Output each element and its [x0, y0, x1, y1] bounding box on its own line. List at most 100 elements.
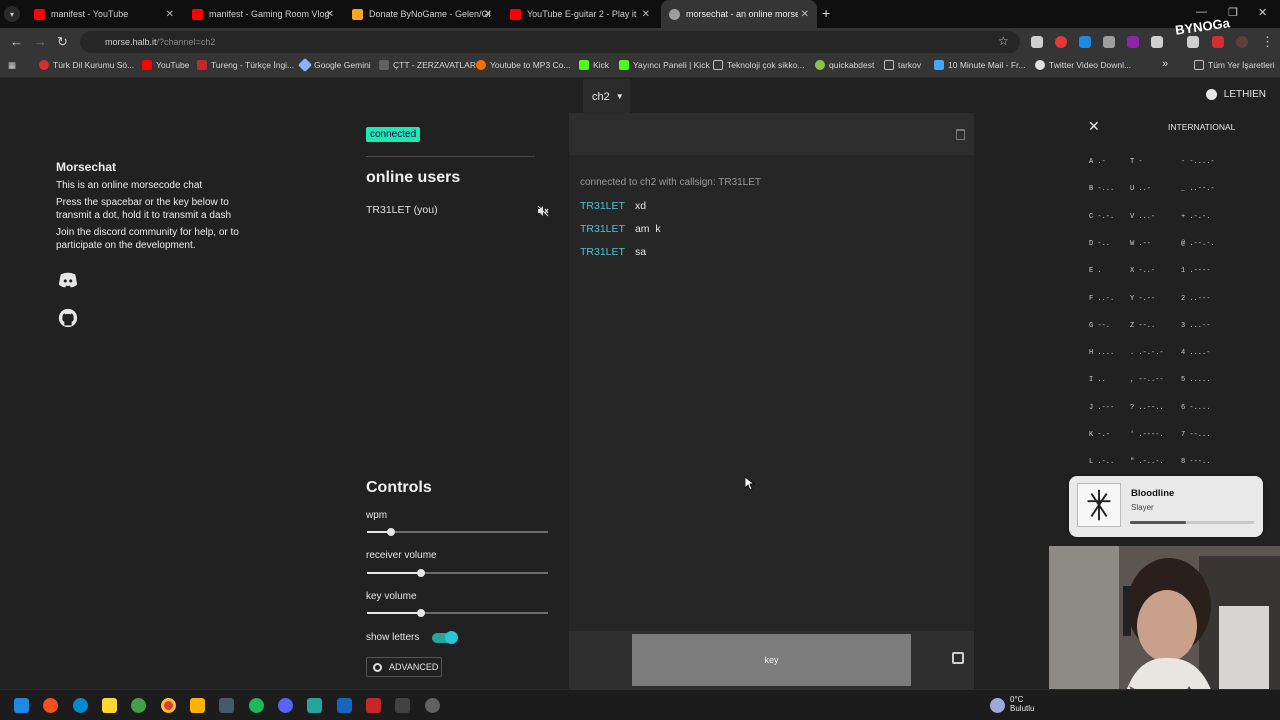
url-host: morse.halb.it	[105, 37, 157, 47]
close-window-icon[interactable]: ✕	[1258, 6, 1267, 19]
app-icon[interactable]	[337, 698, 352, 713]
mouse-cursor-icon	[745, 477, 755, 491]
slider-thumb[interactable]	[417, 609, 426, 617]
acrobat-icon[interactable]	[366, 698, 381, 713]
apps-icon[interactable]: ▦	[8, 60, 16, 71]
track-progress-fill	[1130, 521, 1186, 524]
bookmark-item[interactable]: Türk Dil Kurumu Sö...	[39, 60, 134, 70]
bookmark-item[interactable]: Kick	[579, 60, 609, 70]
mute-icon[interactable]	[537, 205, 549, 217]
chat-message: TR31LET sa	[580, 246, 646, 258]
all-bookmarks[interactable]: Tüm Yer İşaretleri	[1194, 60, 1275, 70]
extension-icon[interactable]	[1212, 36, 1224, 48]
bookmark-folder[interactable]: tarkov	[884, 60, 921, 70]
app-icon[interactable]	[425, 698, 440, 713]
receiver-volume-slider[interactable]	[367, 569, 548, 577]
bookmark-star-icon[interactable]: ☆	[998, 34, 1009, 48]
extension-icon[interactable]	[1055, 36, 1067, 48]
reload-icon[interactable]: ↻	[57, 34, 68, 50]
bookmark-label: Google Gemini	[314, 60, 371, 70]
morse-code-entry: 1 .----	[1181, 267, 1211, 276]
browser-tab-active[interactable]: morsechat - an online morse co ✕	[661, 0, 817, 28]
edge-icon[interactable]	[73, 698, 88, 713]
close-icon[interactable]: ✕	[801, 9, 809, 20]
browser-tab[interactable]: Donate ByNoGame - Gelen/Gi ✕	[344, 0, 500, 28]
close-icon[interactable]: ✕	[166, 9, 174, 20]
bookmark-item[interactable]: Tureng - Türkçe İngi...	[197, 60, 294, 70]
weather-widget[interactable]: 0°C Bulutlu	[1010, 695, 1034, 713]
terminal-icon[interactable]	[395, 698, 410, 713]
bookmarks-overflow-icon[interactable]: »	[1162, 58, 1168, 70]
chrome-icon[interactable]	[161, 698, 176, 713]
now-playing-widget[interactable]: Bloodline Slayer	[1069, 476, 1263, 537]
bookmark-item[interactable]: Yayıncı Paneli | Kick	[619, 60, 710, 70]
browser-tab[interactable]: YouTube E-guitar 2 - Play it wit ✕	[502, 0, 658, 28]
slider-thumb[interactable]	[417, 569, 426, 577]
toggle-thumb[interactable]	[445, 631, 458, 644]
spotify-icon[interactable]	[249, 698, 264, 713]
extension-icon[interactable]	[1127, 36, 1139, 48]
morse-key-button[interactable]: key	[632, 634, 911, 686]
bookmark-item[interactable]: quickabdest	[815, 60, 874, 70]
minimize-icon[interactable]: —	[1196, 6, 1207, 18]
new-tab-button[interactable]: +	[822, 5, 830, 21]
close-icon[interactable]: ✕	[642, 9, 650, 20]
sheet-icon[interactable]	[952, 652, 964, 664]
bookmark-item[interactable]: 10 Minute Mail - Fr...	[934, 60, 1025, 70]
key-volume-slider[interactable]	[367, 609, 548, 617]
morse-code-entry: ? ..--..	[1130, 403, 1164, 412]
trash-icon[interactable]	[956, 129, 965, 140]
forward-icon[interactable]: →	[34, 34, 47, 49]
wpm-slider[interactable]	[367, 528, 548, 536]
download-icon[interactable]	[1187, 36, 1199, 48]
user-menu[interactable]: LETHIEN	[1205, 89, 1266, 100]
extension-icon[interactable]	[1103, 36, 1115, 48]
gemini-icon	[297, 57, 313, 73]
menu-icon[interactable]: ⋮	[1261, 34, 1274, 50]
close-icon[interactable]: ✕	[484, 9, 492, 20]
app-icon[interactable]	[307, 698, 322, 713]
bookmark-folder[interactable]: Teknoloji çok sikko...	[713, 60, 804, 70]
morse-code-entry: + .-.-.	[1181, 212, 1211, 221]
address-bar[interactable]: morse.halb.it/?channel=ch2	[80, 31, 1020, 53]
bookmark-label: Youtube to MP3 Co...	[490, 60, 571, 70]
morse-code-entry: 8 ---..	[1181, 458, 1211, 467]
back-icon[interactable]: ←	[10, 34, 23, 49]
close-icon[interactable]: ✕	[326, 9, 334, 20]
steam-icon[interactable]	[219, 698, 234, 713]
bookmark-item[interactable]: Twitter Video Downl...	[1035, 60, 1131, 70]
notes-icon[interactable]	[102, 698, 117, 713]
advanced-button[interactable]: ADVANCED	[366, 657, 442, 677]
message-text: sa	[634, 246, 647, 258]
slider-fill	[367, 572, 422, 574]
bookmark-item[interactable]: YouTube	[142, 60, 189, 70]
url-path: /?channel=ch2	[156, 37, 216, 47]
maximize-icon[interactable]: ❐	[1228, 6, 1238, 19]
bookmark-item[interactable]: ÇTT - ZERZAVATLAR	[379, 60, 476, 70]
whatsapp-icon[interactable]	[131, 698, 146, 713]
morse-code-entry: H ....	[1089, 349, 1115, 358]
file-explorer-icon[interactable]	[190, 698, 205, 713]
discord-icon[interactable]	[57, 269, 79, 291]
github-icon[interactable]	[57, 307, 79, 329]
puzzle-icon[interactable]	[1151, 36, 1163, 48]
copilot-icon[interactable]	[43, 698, 58, 713]
browser-tab[interactable]: manifest - YouTube ✕	[26, 0, 182, 28]
chat-panel: connected to ch2 with callsign: TR31LET …	[569, 113, 974, 689]
bookmark-item[interactable]: Youtube to MP3 Co...	[476, 60, 571, 70]
channel-select[interactable]: ch2 ▼	[583, 79, 630, 114]
profile-avatar[interactable]	[1236, 36, 1248, 48]
folder-icon	[1194, 60, 1204, 70]
discord-icon[interactable]	[278, 698, 293, 713]
slider-thumb[interactable]	[386, 528, 395, 536]
extension-icon[interactable]	[1031, 36, 1043, 48]
tab-title: morsechat - an online morse co	[686, 9, 798, 19]
close-icon[interactable]: ✕	[1088, 118, 1100, 135]
bookmark-label: Yayıncı Paneli | Kick	[633, 60, 710, 70]
tab-search-button[interactable]: ▾	[4, 6, 20, 22]
morse-code-entry: F ..-.	[1089, 294, 1115, 303]
windows-start-icon[interactable]	[14, 698, 29, 713]
browser-tab[interactable]: manifest - Gaming Room Vlog ✕	[184, 0, 342, 28]
extension-icon[interactable]	[1079, 36, 1091, 48]
bookmark-item[interactable]: Google Gemini	[297, 57, 371, 73]
